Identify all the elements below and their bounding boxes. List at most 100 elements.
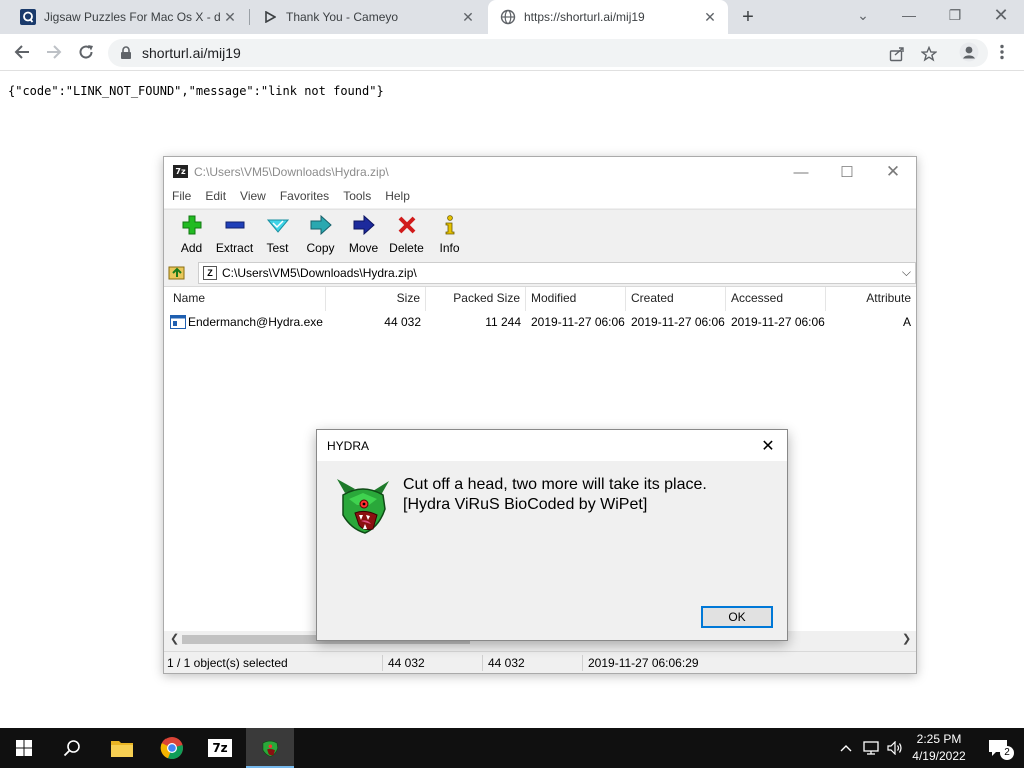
delete-x-icon bbox=[394, 214, 420, 236]
menu-edit[interactable]: Edit bbox=[197, 187, 232, 208]
close-window-icon[interactable]: ✕ bbox=[978, 0, 1024, 30]
bookmark-star-icon[interactable] bbox=[920, 45, 938, 63]
tab-jigsaw[interactable]: Jigsaw Puzzles For Mac Os X - do ✕ bbox=[8, 0, 248, 34]
browser-toolbar: shorturl.ai/mij19 bbox=[0, 34, 1024, 71]
status-bar: 1 / 1 object(s) selected 44 032 44 032 2… bbox=[164, 651, 916, 673]
test-button[interactable]: Test bbox=[256, 210, 299, 260]
7zip-titlebar[interactable]: 7z C:\Users\VM5\Downloads\Hydra.zip\ — ☐… bbox=[164, 157, 916, 187]
delete-button[interactable]: Delete bbox=[385, 210, 428, 260]
col-size[interactable]: Size bbox=[326, 287, 426, 311]
minimize-icon[interactable]: — bbox=[778, 157, 824, 187]
globe-icon bbox=[500, 9, 516, 25]
tab-label: Thank You - Cameyo bbox=[286, 10, 399, 24]
info-icon bbox=[437, 214, 463, 236]
menu-bar: File Edit View Favorites Tools Help bbox=[164, 187, 916, 208]
dialog-title: HYDRA bbox=[327, 439, 370, 453]
add-label: Add bbox=[180, 241, 203, 255]
more-menu-icon[interactable] bbox=[988, 38, 1016, 66]
lock-icon[interactable] bbox=[120, 46, 132, 65]
system-clock[interactable]: 2:25 PM 4/19/2022 bbox=[906, 731, 972, 765]
tab-search-chevron-icon[interactable]: ⌄ bbox=[840, 0, 886, 30]
share-icon[interactable] bbox=[888, 45, 906, 63]
col-created[interactable]: Created bbox=[626, 287, 726, 311]
chrome-icon[interactable] bbox=[148, 728, 196, 768]
zip-archive-icon: Z bbox=[203, 266, 217, 280]
menu-file[interactable]: File bbox=[164, 187, 197, 208]
col-name[interactable]: Name bbox=[168, 287, 326, 311]
clock-time: 2:25 PM bbox=[916, 732, 962, 746]
clock-date: 4/19/2022 bbox=[912, 749, 966, 763]
network-icon[interactable] bbox=[860, 728, 882, 768]
file-modified: 2019-11-27 06:06 bbox=[531, 315, 625, 329]
browser-tab-strip: Jigsaw Puzzles For Mac Os X - do ✕ Thank… bbox=[0, 0, 1024, 34]
test-label: Test bbox=[266, 241, 289, 255]
col-packed-size[interactable]: Packed Size bbox=[426, 287, 526, 311]
scroll-left-arrow-icon[interactable]: ❮ bbox=[170, 632, 179, 645]
7zip-toolbar: Add Extract Test Copy Move Delete Info bbox=[164, 209, 916, 259]
taskbar: 7z 2:25 PM 4/19/2022 2 bbox=[0, 728, 1024, 768]
status-divider bbox=[382, 655, 383, 671]
tab-shorturl[interactable]: https://shorturl.ai/mij19 ✕ bbox=[488, 0, 728, 34]
path-combobox[interactable]: Z C:\Users\VM5\Downloads\Hydra.zip\ ⌵ bbox=[198, 262, 916, 284]
file-explorer-icon[interactable] bbox=[98, 728, 146, 768]
info-button[interactable]: Info bbox=[428, 210, 471, 260]
chevron-down-icon[interactable]: ⌵ bbox=[902, 265, 911, 280]
dialog-titlebar[interactable]: HYDRA ✕ bbox=[317, 430, 787, 461]
hydra-dragon-icon bbox=[333, 475, 393, 537]
7zip-icon-text: 7z bbox=[208, 739, 232, 757]
7zip-taskbar-icon[interactable]: 7z bbox=[196, 728, 244, 768]
path-text[interactable]: C:\Users\VM5\Downloads\Hydra.zip\ bbox=[222, 266, 417, 280]
checkmark-icon bbox=[265, 214, 291, 236]
folder-up-icon[interactable] bbox=[168, 263, 186, 281]
windows-start-icon[interactable] bbox=[0, 728, 48, 768]
status-selection: 1 / 1 object(s) selected bbox=[167, 656, 288, 670]
file-created: 2019-11-27 06:06 bbox=[631, 315, 725, 329]
info-label: Info bbox=[439, 241, 460, 255]
url-text[interactable]: shorturl.ai/mij19 bbox=[142, 45, 241, 61]
ok-button[interactable]: OK bbox=[701, 606, 773, 628]
move-button[interactable]: Move bbox=[342, 210, 385, 260]
menu-tools[interactable]: Tools bbox=[335, 187, 377, 208]
col-accessed[interactable]: Accessed bbox=[726, 287, 826, 311]
file-size: 44 032 bbox=[384, 315, 421, 329]
move-arrow-icon bbox=[351, 214, 377, 236]
action-center-notification-icon[interactable]: 2 bbox=[978, 728, 1018, 768]
restore-icon[interactable]: ❐ bbox=[932, 0, 978, 30]
add-button[interactable]: Add bbox=[170, 210, 213, 260]
new-tab-plus-icon[interactable]: + bbox=[736, 5, 760, 29]
profile-avatar-icon[interactable] bbox=[955, 38, 983, 66]
status-packed: 44 032 bbox=[488, 656, 525, 670]
minimize-icon[interactable]: — bbox=[886, 0, 932, 30]
menu-view[interactable]: View bbox=[232, 187, 272, 208]
minus-icon bbox=[222, 214, 248, 236]
json-response-text: {"code":"LINK_NOT_FOUND","message":"link… bbox=[8, 84, 384, 98]
back-arrow-icon[interactable] bbox=[8, 38, 36, 66]
close-icon[interactable]: ✕ bbox=[700, 7, 720, 27]
forward-arrow-icon[interactable] bbox=[40, 38, 68, 66]
close-icon[interactable]: ✕ bbox=[870, 157, 916, 187]
address-bar[interactable]: shorturl.ai/mij19 bbox=[108, 39, 988, 67]
extract-label: Extract bbox=[215, 241, 254, 255]
close-icon[interactable]: ✕ bbox=[220, 7, 240, 27]
maximize-icon[interactable]: ☐ bbox=[824, 157, 870, 187]
menu-favorites[interactable]: Favorites bbox=[272, 187, 335, 208]
copy-button[interactable]: Copy bbox=[299, 210, 342, 260]
tab-cameyo[interactable]: Thank You - Cameyo ✕ bbox=[250, 0, 486, 34]
status-divider bbox=[482, 655, 483, 671]
col-attributes[interactable]: Attribute bbox=[826, 287, 916, 311]
reload-icon[interactable] bbox=[72, 38, 100, 66]
status-divider bbox=[582, 655, 583, 671]
close-icon[interactable]: ✕ bbox=[755, 434, 781, 458]
scroll-right-arrow-icon[interactable]: ❯ bbox=[902, 632, 911, 645]
copy-label: Copy bbox=[306, 241, 335, 255]
col-modified[interactable]: Modified bbox=[526, 287, 626, 311]
show-hidden-icons-chevron-icon[interactable] bbox=[836, 728, 856, 768]
volume-icon[interactable] bbox=[884, 728, 906, 768]
hydra-taskbar-icon[interactable] bbox=[246, 728, 294, 768]
search-icon[interactable] bbox=[48, 728, 96, 768]
close-icon[interactable]: ✕ bbox=[458, 7, 478, 27]
extract-button[interactable]: Extract bbox=[213, 210, 256, 260]
file-accessed: 2019-11-27 06:06 bbox=[731, 315, 825, 329]
menu-help[interactable]: Help bbox=[377, 187, 416, 208]
list-header: Name Size Packed Size Modified Created A… bbox=[164, 287, 916, 311]
